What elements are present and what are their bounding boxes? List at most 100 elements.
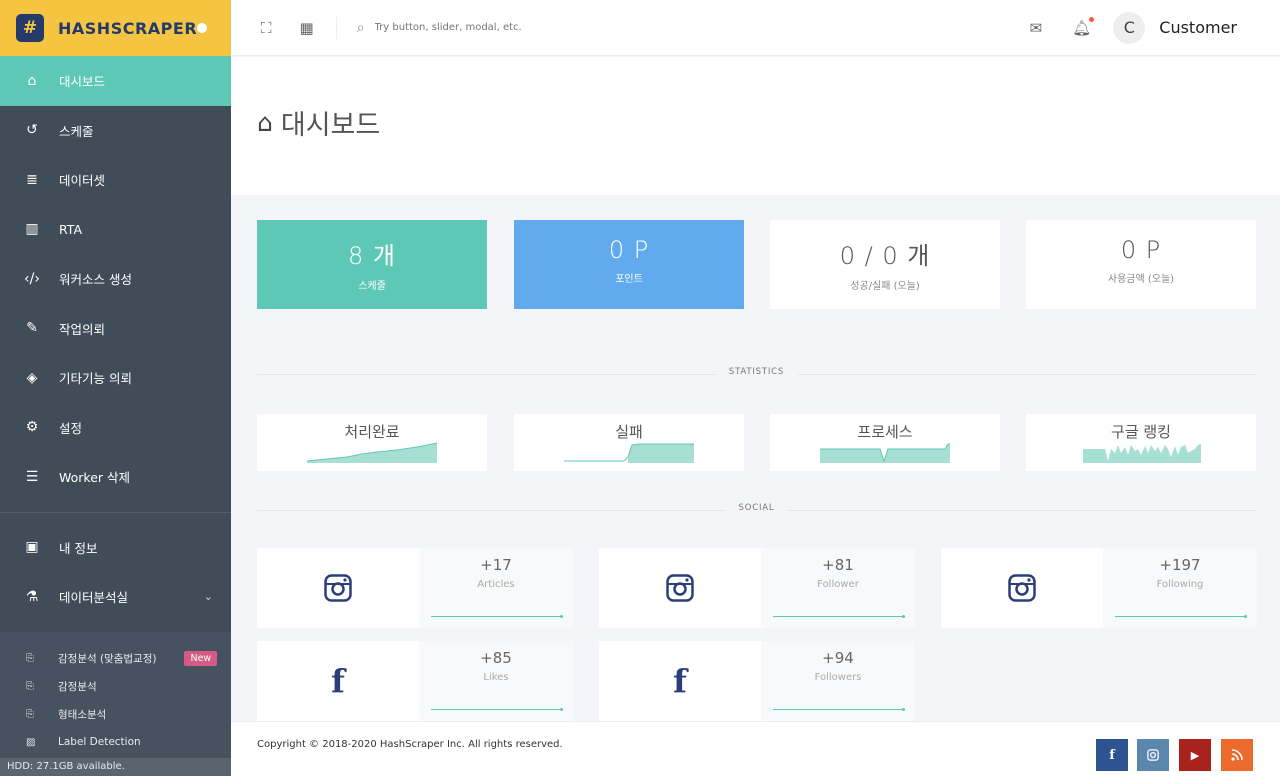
sidebar-item-label: 대시보드: [59, 74, 106, 90]
sidebar-divider: [0, 511, 231, 513]
stat-value: 0 P: [1120, 236, 1162, 264]
subnav-item-sentiment[interactable]: ⎘ 감정분석: [0, 672, 231, 700]
spark-card-completed[interactable]: 처리완료: [257, 414, 487, 471]
social-icon-box: f: [257, 641, 419, 721]
stat-card-success-fail[interactable]: 0 / 0 개 성공/실패 (오늘): [770, 220, 1000, 309]
stat-label: 스케줄: [358, 281, 386, 292]
social-stats: +197 Following: [1103, 548, 1257, 628]
bell-icon[interactable]: 🔔︎: [1072, 16, 1095, 37]
subnav-item-label: 감정분석: [58, 680, 97, 693]
search-input[interactable]: [374, 22, 635, 33]
home-icon: ⌂: [257, 108, 273, 137]
instagram-icon: [1147, 749, 1159, 761]
fullscreen-icon[interactable]: ⛶: [261, 19, 272, 37]
social-card-instagram-articles[interactable]: +17 Articles: [257, 548, 573, 628]
title-band: ⌂ 대시보드: [231, 57, 1280, 195]
sidebar-item-settings[interactable]: ⚙ 설정: [0, 403, 231, 453]
sidebar-item-dashboard[interactable]: ⌂ 대시보드: [0, 56, 231, 106]
sidebar-item-label: 스케줄: [59, 123, 94, 139]
social-value: +197: [1159, 556, 1201, 574]
stat-value: 8 개: [348, 242, 396, 270]
header-right: ✉ 🔔︎ C Customer: [1030, 11, 1280, 44]
instagram-icon: [324, 574, 352, 602]
social-label: Followers: [814, 672, 862, 683]
social-trend-line: [431, 615, 563, 618]
social-value: +85: [480, 649, 512, 667]
cube-icon: ◈: [26, 369, 38, 386]
stat-label: 성공/실패 (오늘): [850, 281, 920, 292]
social-value: +17: [480, 556, 512, 574]
sidebar-item-my-info[interactable]: ▣ 내 정보: [0, 523, 231, 573]
social-icon-box: [599, 548, 761, 628]
sidebar-item-worker-source[interactable]: ‹/› 워커소스 생성: [0, 254, 231, 304]
stat-card-usage[interactable]: 0 P 사용금액 (오늘): [1026, 220, 1256, 309]
sidebar-item-dataset[interactable]: ≣ 데이터셋: [0, 155, 231, 205]
stat-label: 사용금액 (오늘): [1107, 274, 1175, 285]
chevron-down-icon: ⌄: [203, 590, 213, 604]
social-trend-line: [431, 708, 563, 711]
statistics-divider: STATISTICS: [257, 367, 1256, 381]
sidebar-item-rta[interactable]: ▥ RTA: [0, 205, 231, 255]
sidebar-item-schedule[interactable]: ↺ 스케줄: [0, 106, 231, 156]
sparkline-process: [820, 443, 950, 463]
social-label: Likes: [483, 672, 509, 683]
spark-label: 프로세스: [857, 423, 913, 441]
social-card-instagram-follower[interactable]: +81 Follower: [599, 548, 915, 628]
sidebar-item-work-request[interactable]: ✎ 작업의뢰: [0, 304, 231, 354]
user-name[interactable]: Customer: [1159, 18, 1237, 37]
sidebar-item-worker-delete[interactable]: ☰ Worker 삭제: [0, 452, 231, 502]
avatar[interactable]: C: [1113, 11, 1146, 44]
social-label: Articles: [477, 579, 515, 590]
subnav-item-morpheme[interactable]: ⎘ 형태소분석: [0, 700, 231, 728]
sidebar-item-label: RTA: [59, 221, 82, 237]
instagram-icon: [1008, 574, 1036, 602]
stat-value: 0 P: [608, 236, 650, 264]
footer-instagram-button[interactable]: [1137, 739, 1169, 771]
edit-icon: ✎: [26, 320, 38, 337]
image-icon: ▨: [26, 736, 36, 748]
stat-card-schedule[interactable]: 8 개 스케줄: [257, 220, 487, 309]
subnav-item-label: Label Detection: [58, 736, 141, 748]
facebook-icon: f: [673, 662, 687, 700]
mail-icon[interactable]: ✉: [1030, 19, 1043, 37]
spark-card-process[interactable]: 프로세스: [770, 414, 1000, 471]
stat-card-points[interactable]: 0 P 포인트: [514, 220, 744, 309]
spark-card-failed[interactable]: 실패: [514, 414, 744, 471]
grid-menu-icon[interactable]: ▦: [300, 19, 314, 37]
sidebar-item-label: 작업의뢰: [59, 321, 106, 337]
server-icon: ☰: [25, 468, 39, 485]
spark-card-google-ranking[interactable]: 구글 랭킹: [1026, 414, 1256, 471]
social-divider: SOCIAL: [257, 503, 1256, 517]
section-title: SOCIAL: [724, 503, 789, 513]
sidebar-item-other-request[interactable]: ◈ 기타기능 의뢰: [0, 353, 231, 403]
footer-youtube-button[interactable]: ▶: [1179, 739, 1211, 771]
new-badge: New: [184, 650, 218, 666]
sparkline-completed: [307, 442, 438, 463]
social-trend-line: [773, 615, 905, 618]
subnav-item-label-detection[interactable]: ▨ Label Detection: [0, 728, 231, 756]
footer-facebook-button[interactable]: f: [1096, 739, 1128, 771]
social-card-facebook-followers[interactable]: f +94 Followers: [599, 641, 915, 721]
social-trend-line: [773, 708, 905, 711]
stat-label: 포인트: [615, 274, 643, 285]
social-card-facebook-likes[interactable]: f +85 Likes: [257, 641, 573, 721]
brand-bar[interactable]: # HASHSCRAPER: [0, 0, 231, 56]
history-icon: ↺: [26, 122, 38, 139]
social-label: Following: [1156, 579, 1204, 590]
social-icon-box: f: [599, 641, 761, 721]
search-icon: ⌕: [356, 19, 365, 36]
brand-name: HASHSCRAPER: [58, 18, 198, 38]
copyright-text: Copyright © 2018-2020 HashScraper Inc. A…: [257, 739, 563, 750]
subnav-item-sentiment-spell[interactable]: ⎘ 감정분석 (맞춤법교정) New: [0, 644, 231, 672]
database-icon: ≣: [26, 171, 38, 188]
sidebar-toggle-dot[interactable]: [197, 23, 207, 33]
page-title-text: 대시보드: [280, 110, 381, 141]
social-icon-box: [941, 548, 1103, 628]
sidebar-item-label: 워커소스 생성: [59, 272, 132, 288]
social-stats: +17 Articles: [419, 548, 573, 628]
sparkline-google-ranking: [1083, 444, 1201, 463]
social-card-instagram-following[interactable]: +197 Following: [941, 548, 1257, 628]
footer-rss-button[interactable]: [1221, 739, 1253, 771]
sidebar-item-data-lab[interactable]: ⚗ 데이터분석실 ⌄: [0, 572, 231, 622]
facebook-icon: f: [1109, 747, 1115, 763]
